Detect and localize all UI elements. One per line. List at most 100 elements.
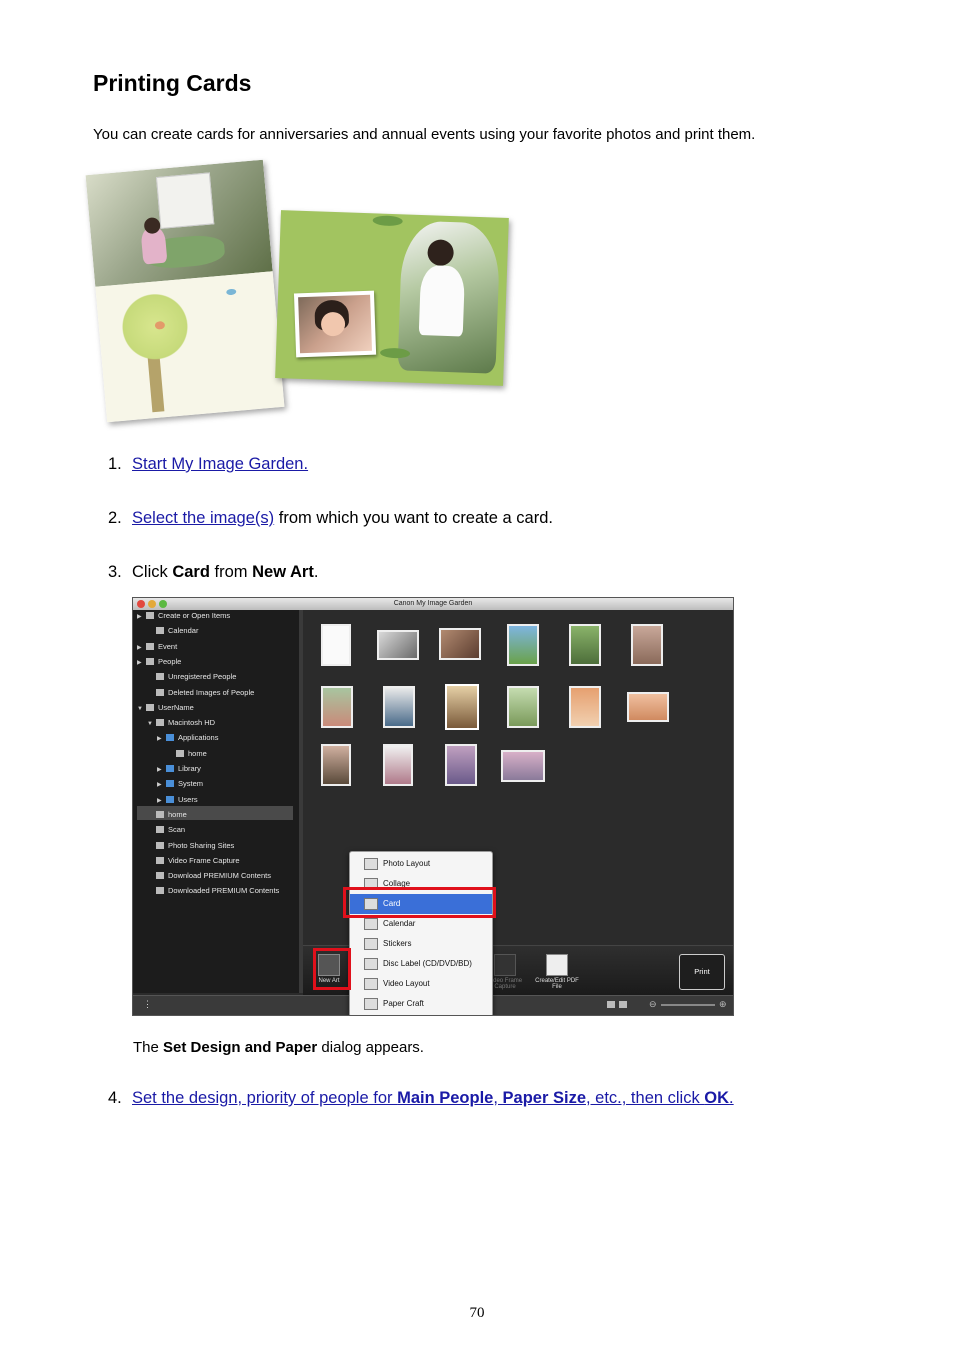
- thumbnail[interactable]: [445, 684, 479, 730]
- menu-item-icon: [364, 937, 378, 950]
- sidebar-item[interactable]: Download PREMIUM Contents: [147, 870, 271, 882]
- sidebar-item[interactable]: ▶ People: [137, 656, 181, 668]
- sidebar-item-label: Unregistered People: [168, 672, 237, 682]
- step-1: 1. Start My Image Garden.: [108, 455, 309, 473]
- sidebar-item-label: Video Frame Capture: [168, 855, 240, 865]
- page-title: Printing Cards: [93, 70, 252, 96]
- sidebar-item[interactable]: ▶ Create or Open Items: [137, 610, 230, 622]
- thumbnail[interactable]: [627, 692, 669, 722]
- disclosure-icon[interactable]: ▶: [157, 779, 166, 791]
- pdf-icon: [546, 954, 568, 976]
- thumbnail[interactable]: [501, 750, 545, 782]
- sidebar-item[interactable]: Photo Sharing Sites: [147, 840, 234, 852]
- thumbnail[interactable]: [445, 744, 477, 786]
- menu-item[interactable]: Disc Label (CD/DVD/BD): [350, 954, 492, 974]
- disclosure-icon[interactable]: ▶: [137, 611, 146, 623]
- sidebar-item[interactable]: Deleted Images of People: [147, 687, 254, 699]
- photo-girl-garden: [85, 159, 273, 287]
- sidebar-item[interactable]: Scan: [147, 824, 185, 836]
- sidebar-item-label: System: [178, 779, 204, 789]
- thumbnail[interactable]: [383, 744, 413, 786]
- window-titlebar: Canon My Image Garden: [133, 598, 733, 610]
- menu-item-label: Stickers: [383, 939, 412, 948]
- folder-icon: [166, 765, 174, 772]
- disclosure-icon[interactable]: ▼: [147, 718, 156, 730]
- folder-icon: [166, 734, 174, 742]
- home-icon: [176, 749, 184, 757]
- thumbnail[interactable]: [507, 624, 539, 666]
- sidebar-item[interactable]: home: [167, 748, 207, 760]
- dialog-note: The Set Design and Paper dialog appears.: [133, 1039, 424, 1056]
- disclosure-icon[interactable]: ▶: [137, 642, 146, 654]
- page-number: 70: [469, 1305, 485, 1321]
- menu-item[interactable]: Video Layout: [350, 974, 492, 994]
- sidebar-item-label: Photo Sharing Sites: [168, 840, 235, 850]
- menu-item[interactable]: Photo Layout: [350, 854, 492, 874]
- thumbnail[interactable]: [569, 686, 601, 728]
- sidebar-item[interactable]: ▶ System: [157, 778, 203, 790]
- sidebar-item[interactable]: ▼ Macintosh HD: [147, 717, 215, 729]
- sidebar-item[interactable]: ▶ Users: [157, 794, 198, 806]
- zoom-slider[interactable]: [661, 1004, 715, 1006]
- sidebar-item[interactable]: ▶ Applications: [157, 732, 218, 744]
- menu-item-label: Video Layout: [383, 979, 430, 988]
- step-3: 3. Click Card from New Art.: [108, 563, 319, 581]
- thumbnail[interactable]: [507, 686, 539, 728]
- create-icon: [146, 612, 154, 619]
- start-my-image-garden-link[interactable]: Start My Image Garden.: [132, 455, 308, 473]
- sidebar-item[interactable]: ▶ Event: [137, 641, 177, 653]
- sidebar-item-label: Macintosh HD: [168, 718, 216, 728]
- set-design-link[interactable]: Set the design, priority of people for M…: [132, 1089, 734, 1107]
- zoom-out-icon[interactable]: ⊖: [649, 999, 657, 1010]
- sidebar-item[interactable]: Unregistered People: [147, 671, 236, 683]
- tree-artwork: [95, 271, 285, 423]
- menu-item-icon: [364, 997, 378, 1010]
- sidebar-item-label: Calendar: [168, 626, 199, 636]
- disclosure-icon[interactable]: ▶: [157, 795, 166, 807]
- menu-item[interactable]: Paper Craft: [350, 994, 492, 1014]
- menu-item-icon: [364, 957, 378, 970]
- sidebar-item-label: Downloaded PREMIUM Contents: [168, 886, 280, 896]
- disclosure-icon[interactable]: ▶: [137, 657, 146, 669]
- menu-item-icon: [364, 977, 378, 990]
- thumbnail[interactable]: [439, 628, 481, 660]
- video-frame-icon: [494, 954, 516, 976]
- create-pdf-button[interactable]: Create/Edit PDF File: [535, 954, 579, 990]
- sidebar-item[interactable]: Video Frame Capture: [147, 855, 240, 867]
- thumbnail[interactable]: [321, 744, 351, 786]
- drive-icon: [156, 719, 164, 727]
- new-art-menu: Photo Layout Collage Card Calendar Stickers D…: [349, 851, 493, 1015]
- person-icon: [156, 688, 164, 696]
- disclosure-icon[interactable]: ▶: [157, 764, 166, 776]
- disclosure-icon[interactable]: ▶: [157, 733, 166, 745]
- people-icon: [146, 657, 154, 665]
- list-view-icon[interactable]: [619, 1001, 627, 1008]
- zoom-icon[interactable]: [159, 600, 167, 608]
- menu-item[interactable]: Stickers: [350, 934, 492, 954]
- photo-girl-white-dress: [397, 220, 501, 374]
- minimize-icon[interactable]: [148, 600, 156, 608]
- step-2: 2. Select the image(s) from which you wan…: [108, 509, 553, 527]
- close-icon[interactable]: [137, 600, 145, 608]
- zoom-in-icon[interactable]: ⊕: [719, 999, 727, 1010]
- event-icon: [146, 642, 154, 650]
- sidebar-item[interactable]: Downloaded PREMIUM Contents: [147, 885, 279, 897]
- home-icon: [156, 810, 164, 818]
- thumbnail[interactable]: [383, 686, 415, 728]
- select-images-link[interactable]: Select the image(s): [132, 509, 274, 527]
- thumbnail[interactable]: [631, 624, 663, 666]
- sidebar-item[interactable]: ▼ UserName: [137, 702, 194, 714]
- thumbnail[interactable]: [569, 624, 601, 666]
- print-button[interactable]: Print: [679, 954, 725, 990]
- grid-view-icon[interactable]: [607, 1001, 615, 1008]
- thumbnail[interactable]: [321, 686, 353, 728]
- sidebar-item[interactable]: ▶ Library: [157, 763, 201, 775]
- sidebar-item[interactable]: home: [147, 809, 187, 821]
- step-4: 4. Set the design, priority of people for…: [108, 1089, 734, 1107]
- thumbnail[interactable]: [377, 630, 419, 660]
- thumbnail[interactable]: [321, 624, 351, 666]
- more-icon[interactable]: ⋮: [143, 999, 152, 1010]
- folder-icon: [166, 780, 174, 788]
- disclosure-icon[interactable]: ▼: [137, 703, 146, 715]
- sidebar-item[interactable]: Calendar: [147, 625, 198, 637]
